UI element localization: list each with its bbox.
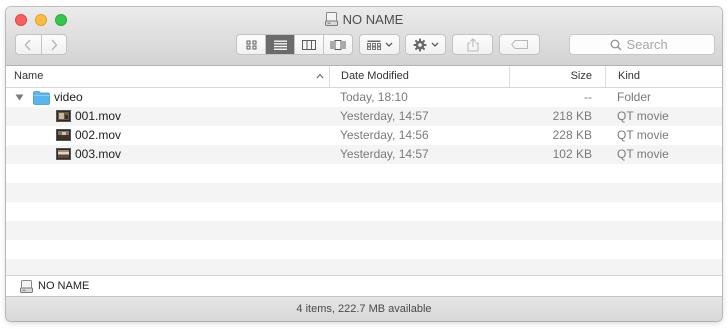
- row-stripe: [6, 183, 722, 202]
- chevron-down-icon: [431, 42, 438, 47]
- file-size: 102 KB: [552, 147, 592, 161]
- share-icon: [466, 37, 479, 52]
- file-size: 218 KB: [552, 109, 592, 123]
- arrange-button[interactable]: [359, 34, 400, 55]
- column-header-size[interactable]: Size: [509, 66, 605, 87]
- file-date: Yesterday, 14:57: [340, 109, 429, 123]
- column-header-kind-label: Kind: [618, 70, 641, 82]
- cover-flow-icon: [330, 39, 346, 50]
- column-header-date-label: Date Modified: [341, 70, 409, 82]
- list-view-button[interactable]: [265, 35, 294, 54]
- file-date: Yesterday, 14:57: [340, 147, 429, 161]
- file-kind: QT movie: [617, 109, 669, 123]
- view-mode-group: [236, 34, 353, 55]
- table-row-folder[interactable]: video Today, 18:10 -- Folder: [6, 88, 722, 107]
- file-size: 228 KB: [552, 128, 592, 142]
- search-input[interactable]: [626, 37, 675, 52]
- path-item-volume[interactable]: NO NAME: [38, 276, 89, 296]
- table-row[interactable]: 001.mov Yesterday, 14:57 218 KB QT movie: [6, 107, 722, 126]
- search-icon: [610, 39, 621, 50]
- column-header-name[interactable]: Name: [6, 66, 328, 87]
- file-kind: QT movie: [617, 128, 669, 142]
- file-kind: Folder: [617, 90, 652, 104]
- finder-window: NO NAME Search Name Date Modified Size K…: [6, 7, 722, 321]
- status-bar: 4 items, 222.7 MB available: [6, 296, 722, 321]
- movie-thumbnail-icon: [56, 148, 71, 160]
- column-header-kind[interactable]: Kind: [605, 66, 722, 87]
- file-name: 001.mov: [75, 109, 122, 123]
- cover-flow-button[interactable]: [323, 35, 352, 54]
- file-size: --: [584, 90, 592, 104]
- chevron-right-icon: [51, 39, 58, 50]
- disclosure-triangle-icon[interactable]: [15, 94, 24, 101]
- back-button[interactable]: [16, 35, 41, 54]
- file-date: Today, 18:10: [340, 90, 408, 104]
- column-header-date[interactable]: Date Modified: [329, 66, 509, 87]
- column-header: Name Date Modified Size Kind: [6, 66, 722, 88]
- row-stripe: [6, 221, 722, 240]
- sort-ascending-icon: [316, 73, 324, 79]
- chevron-left-icon: [24, 39, 31, 50]
- tag-icon: [510, 40, 528, 49]
- path-bar: NO NAME: [6, 275, 722, 296]
- table-row[interactable]: 003.mov Yesterday, 14:57 102 KB QT movie: [6, 145, 722, 164]
- forward-button[interactable]: [40, 35, 67, 54]
- gear-icon: [413, 38, 426, 51]
- movie-thumbnail-icon: [56, 110, 71, 122]
- columns-icon: [302, 39, 316, 50]
- arrange-grid-icon: [366, 40, 381, 50]
- file-name: 002.mov: [75, 128, 122, 142]
- grid-icon: [246, 40, 256, 49]
- movie-thumbnail-icon: [56, 129, 71, 141]
- share-button[interactable]: [452, 34, 493, 55]
- titlebar: NO NAME: [6, 7, 722, 66]
- chevron-down-icon: [385, 42, 392, 47]
- navigation-group: [15, 34, 67, 55]
- column-view-button[interactable]: [294, 35, 323, 54]
- file-date: Yesterday, 14:56: [340, 128, 429, 142]
- column-header-size-label: Size: [570, 70, 592, 82]
- window-title: NO NAME: [6, 12, 722, 30]
- drive-icon: [324, 12, 338, 30]
- icon-view-button[interactable]: [237, 35, 265, 54]
- search-field[interactable]: [569, 34, 715, 55]
- tags-button[interactable]: [499, 34, 540, 55]
- file-name: video: [54, 90, 83, 104]
- status-text: 4 items, 222.7 MB available: [296, 303, 432, 315]
- list-icon: [273, 40, 287, 50]
- table-row[interactable]: 002.mov Yesterday, 14:56 228 KB QT movie: [6, 126, 722, 145]
- file-kind: QT movie: [617, 147, 669, 161]
- window-title-text: NO NAME: [342, 12, 404, 27]
- file-name: 003.mov: [75, 147, 122, 161]
- column-header-name-label: Name: [14, 70, 44, 82]
- folder-icon: [33, 91, 50, 105]
- action-button[interactable]: [405, 34, 446, 55]
